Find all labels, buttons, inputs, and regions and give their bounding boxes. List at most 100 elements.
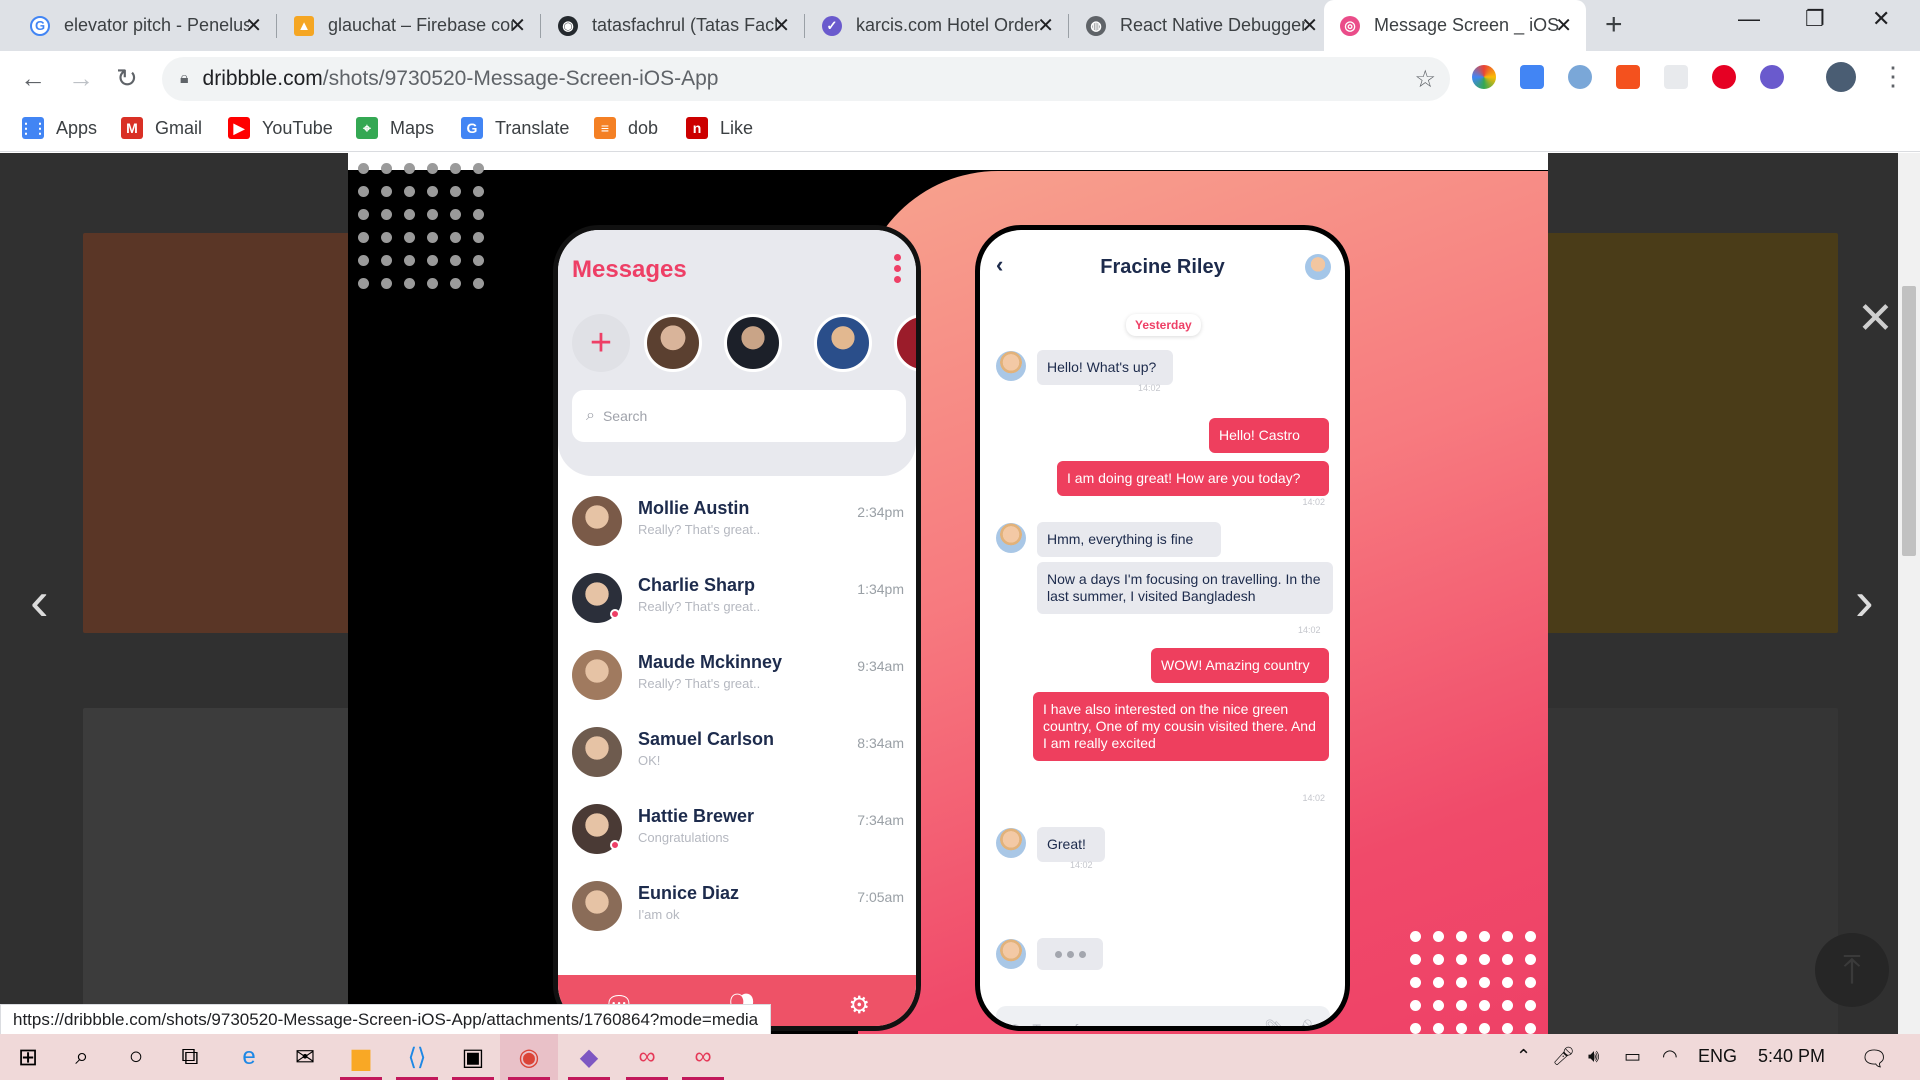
- decor-dot: [450, 232, 461, 243]
- decor-dot: [427, 232, 438, 243]
- tab-0[interactable]: G elevator pitch - Penelusuran Google ✕: [14, 0, 276, 51]
- bookmark-3[interactable]: ⌖ Maps: [356, 117, 434, 139]
- edge-icon[interactable]: e: [220, 1034, 278, 1080]
- scrollbar-thumb[interactable]: [1902, 286, 1916, 556]
- app-icon[interactable]: ∞: [674, 1034, 732, 1080]
- tab-5-active[interactable]: ◎ Message Screen _ iOS App ✕: [1324, 0, 1586, 51]
- tab-2[interactable]: ◉ tatasfachrul (Tatas Fachrul) ✕: [542, 0, 804, 51]
- profile-avatar[interactable]: [1826, 62, 1856, 92]
- check-extension-icon[interactable]: [1760, 65, 1784, 89]
- app-icon[interactable]: ◆: [560, 1034, 618, 1080]
- task-view-icon[interactable]: ⧉: [168, 1034, 212, 1080]
- previous-shot-arrow-icon[interactable]: ‹: [30, 568, 49, 633]
- battery-icon[interactable]: ▭: [1624, 1046, 1641, 1067]
- lock-extension-icon[interactable]: [1616, 65, 1640, 89]
- microphone-icon[interactable]: 🎤︎: [1552, 1046, 1575, 1067]
- firebase-icon: ▲: [294, 15, 314, 36]
- more-menu-icon[interactable]: [894, 254, 902, 287]
- show-hidden-icons-chevron-icon[interactable]: ⌃: [1516, 1046, 1531, 1067]
- story-avatar[interactable]: [814, 314, 872, 372]
- lock-icon: 🔒︎: [180, 70, 189, 87]
- mail-icon[interactable]: ✉: [276, 1034, 334, 1080]
- close-window-button[interactable]: ✕: [1872, 6, 1890, 32]
- tab-1[interactable]: ▲ glauchat – Firebase console ✕: [278, 0, 540, 51]
- language-indicator[interactable]: ENG: [1698, 1046, 1737, 1067]
- pinterest-icon[interactable]: [1712, 65, 1736, 89]
- story-avatar[interactable]: [894, 314, 916, 372]
- minimize-button[interactable]: —: [1738, 6, 1760, 32]
- bookmark-4[interactable]: G Translate: [461, 117, 569, 139]
- address-bar[interactable]: 🔒︎ dribbble.com/shots/9730520-Message-Sc…: [162, 57, 1450, 101]
- reload-button[interactable]: ↻: [116, 63, 138, 94]
- background-shot-card: [83, 233, 383, 633]
- scroll-to-top-icon[interactable]: ⤒: [1815, 933, 1889, 1007]
- close-tab-icon[interactable]: ✕: [1301, 13, 1318, 38]
- cortana-icon[interactable]: ○: [114, 1034, 158, 1080]
- chat-name: Charlie Sharp: [638, 575, 756, 595]
- contact-avatar[interactable]: [1305, 254, 1331, 280]
- bookmark-star-icon[interactable]: ☆: [1414, 65, 1436, 94]
- start-windows-icon[interactable]: ⊞: [8, 1034, 48, 1080]
- add-story-button[interactable]: +: [572, 314, 630, 372]
- terminal-icon[interactable]: ▣: [444, 1034, 502, 1080]
- chat-list-item[interactable]: Hattie Brewer Congratulations 7:34am: [572, 800, 912, 862]
- decor-dot: [404, 278, 415, 289]
- chrome-icon[interactable]: ◉: [500, 1034, 558, 1080]
- message-input[interactable]: ☺ Type of message 📎︎ 🎤︎: [996, 1006, 1330, 1027]
- tab-3[interactable]: ✓ karcis.com Hotel Order ✕: [806, 0, 1068, 51]
- maximize-button[interactable]: ❐: [1805, 6, 1825, 32]
- contact-name: Fracine Riley: [1100, 256, 1225, 278]
- notifications-icon[interactable]: 🗨︎: [1860, 1046, 1888, 1072]
- close-tab-icon[interactable]: ✕: [1555, 13, 1572, 38]
- chat-list-item[interactable]: Eunice Diaz I'am ok 7:05am: [572, 877, 912, 939]
- wifi-icon[interactable]: ◠: [1662, 1046, 1678, 1067]
- chat-list-item[interactable]: Maude Mckinney Really? That's great.. 9:34…: [572, 646, 912, 708]
- microphone-icon[interactable]: 🎤︎: [1292, 1019, 1314, 1026]
- search-icon[interactable]: ⌕: [60, 1034, 104, 1080]
- next-shot-arrow-icon[interactable]: ›: [1855, 568, 1874, 633]
- blank-extension-icon[interactable]: [1664, 65, 1688, 89]
- bookmark-5[interactable]: ≡ dob: [594, 117, 658, 139]
- bookmark-6[interactable]: n Like: [686, 117, 753, 139]
- page-scrollbar[interactable]: [1898, 153, 1920, 1034]
- story-avatar[interactable]: [724, 314, 782, 372]
- decor-dot: [1502, 931, 1513, 942]
- browser-menu-icon[interactable]: ⋮: [1880, 61, 1906, 92]
- chat-name: Eunice Diaz: [638, 883, 740, 903]
- attachment-icon[interactable]: 📎︎: [1264, 1019, 1286, 1026]
- tab-4[interactable]: ◍ React Native Debugger ✕: [1070, 0, 1332, 51]
- forward-button[interactable]: →: [68, 63, 94, 94]
- volume-icon[interactable]: 🔊︎: [1588, 1046, 1599, 1067]
- bookmark-0[interactable]: ⋮⋮ Apps: [19, 117, 97, 139]
- bookmark-label: Gmail: [155, 117, 203, 138]
- close-tab-icon[interactable]: ✕: [245, 13, 262, 38]
- browser-tab-strip: G elevator pitch - Penelusuran Google ✕ …: [0, 0, 1920, 51]
- chat-list-item[interactable]: Mollie Austin Really? That's great.. 2:34p…: [572, 492, 912, 554]
- close-tab-icon[interactable]: ✕: [773, 13, 790, 38]
- extension-icon[interactable]: [1568, 65, 1592, 89]
- chat-name: Maude Mckinney: [638, 652, 783, 672]
- translate-extension-icon[interactable]: [1520, 65, 1544, 89]
- decor-dot: [1479, 1000, 1490, 1011]
- close-viewer-icon[interactable]: ✕: [1857, 293, 1894, 344]
- chat-list-item[interactable]: Samuel Carlson OK! 8:34am: [572, 723, 912, 785]
- bookmark-2[interactable]: ▶ YouTube: [228, 117, 333, 139]
- clock[interactable]: 5:40 PM: [1758, 1046, 1825, 1067]
- file-explorer-icon[interactable]: ▆: [332, 1034, 390, 1080]
- app-icon[interactable]: ∞: [618, 1034, 676, 1080]
- story-avatar[interactable]: [644, 314, 702, 372]
- decor-dot: [404, 186, 415, 197]
- color-extension-icon[interactable]: [1472, 65, 1496, 89]
- back-button[interactable]: ←: [20, 63, 46, 94]
- vscode-icon[interactable]: ⟨⟩: [388, 1034, 446, 1080]
- settings-tab-icon[interactable]: ⚙: [849, 991, 871, 1020]
- close-tab-icon[interactable]: ✕: [509, 13, 526, 38]
- chat-list-item[interactable]: Charlie Sharp Really? That's great.. 1:34p…: [572, 569, 912, 631]
- bookmark-1[interactable]: M Gmail: [121, 117, 202, 139]
- close-tab-icon[interactable]: ✕: [1037, 13, 1054, 38]
- bookmark-label: Like: [720, 117, 754, 138]
- emoji-icon[interactable]: ☺: [1006, 1019, 1024, 1027]
- new-tab-button[interactable]: +: [1605, 8, 1623, 42]
- search-input[interactable]: ⌕ Search: [572, 390, 906, 442]
- chat-preview: Really? That's great..: [638, 522, 761, 537]
